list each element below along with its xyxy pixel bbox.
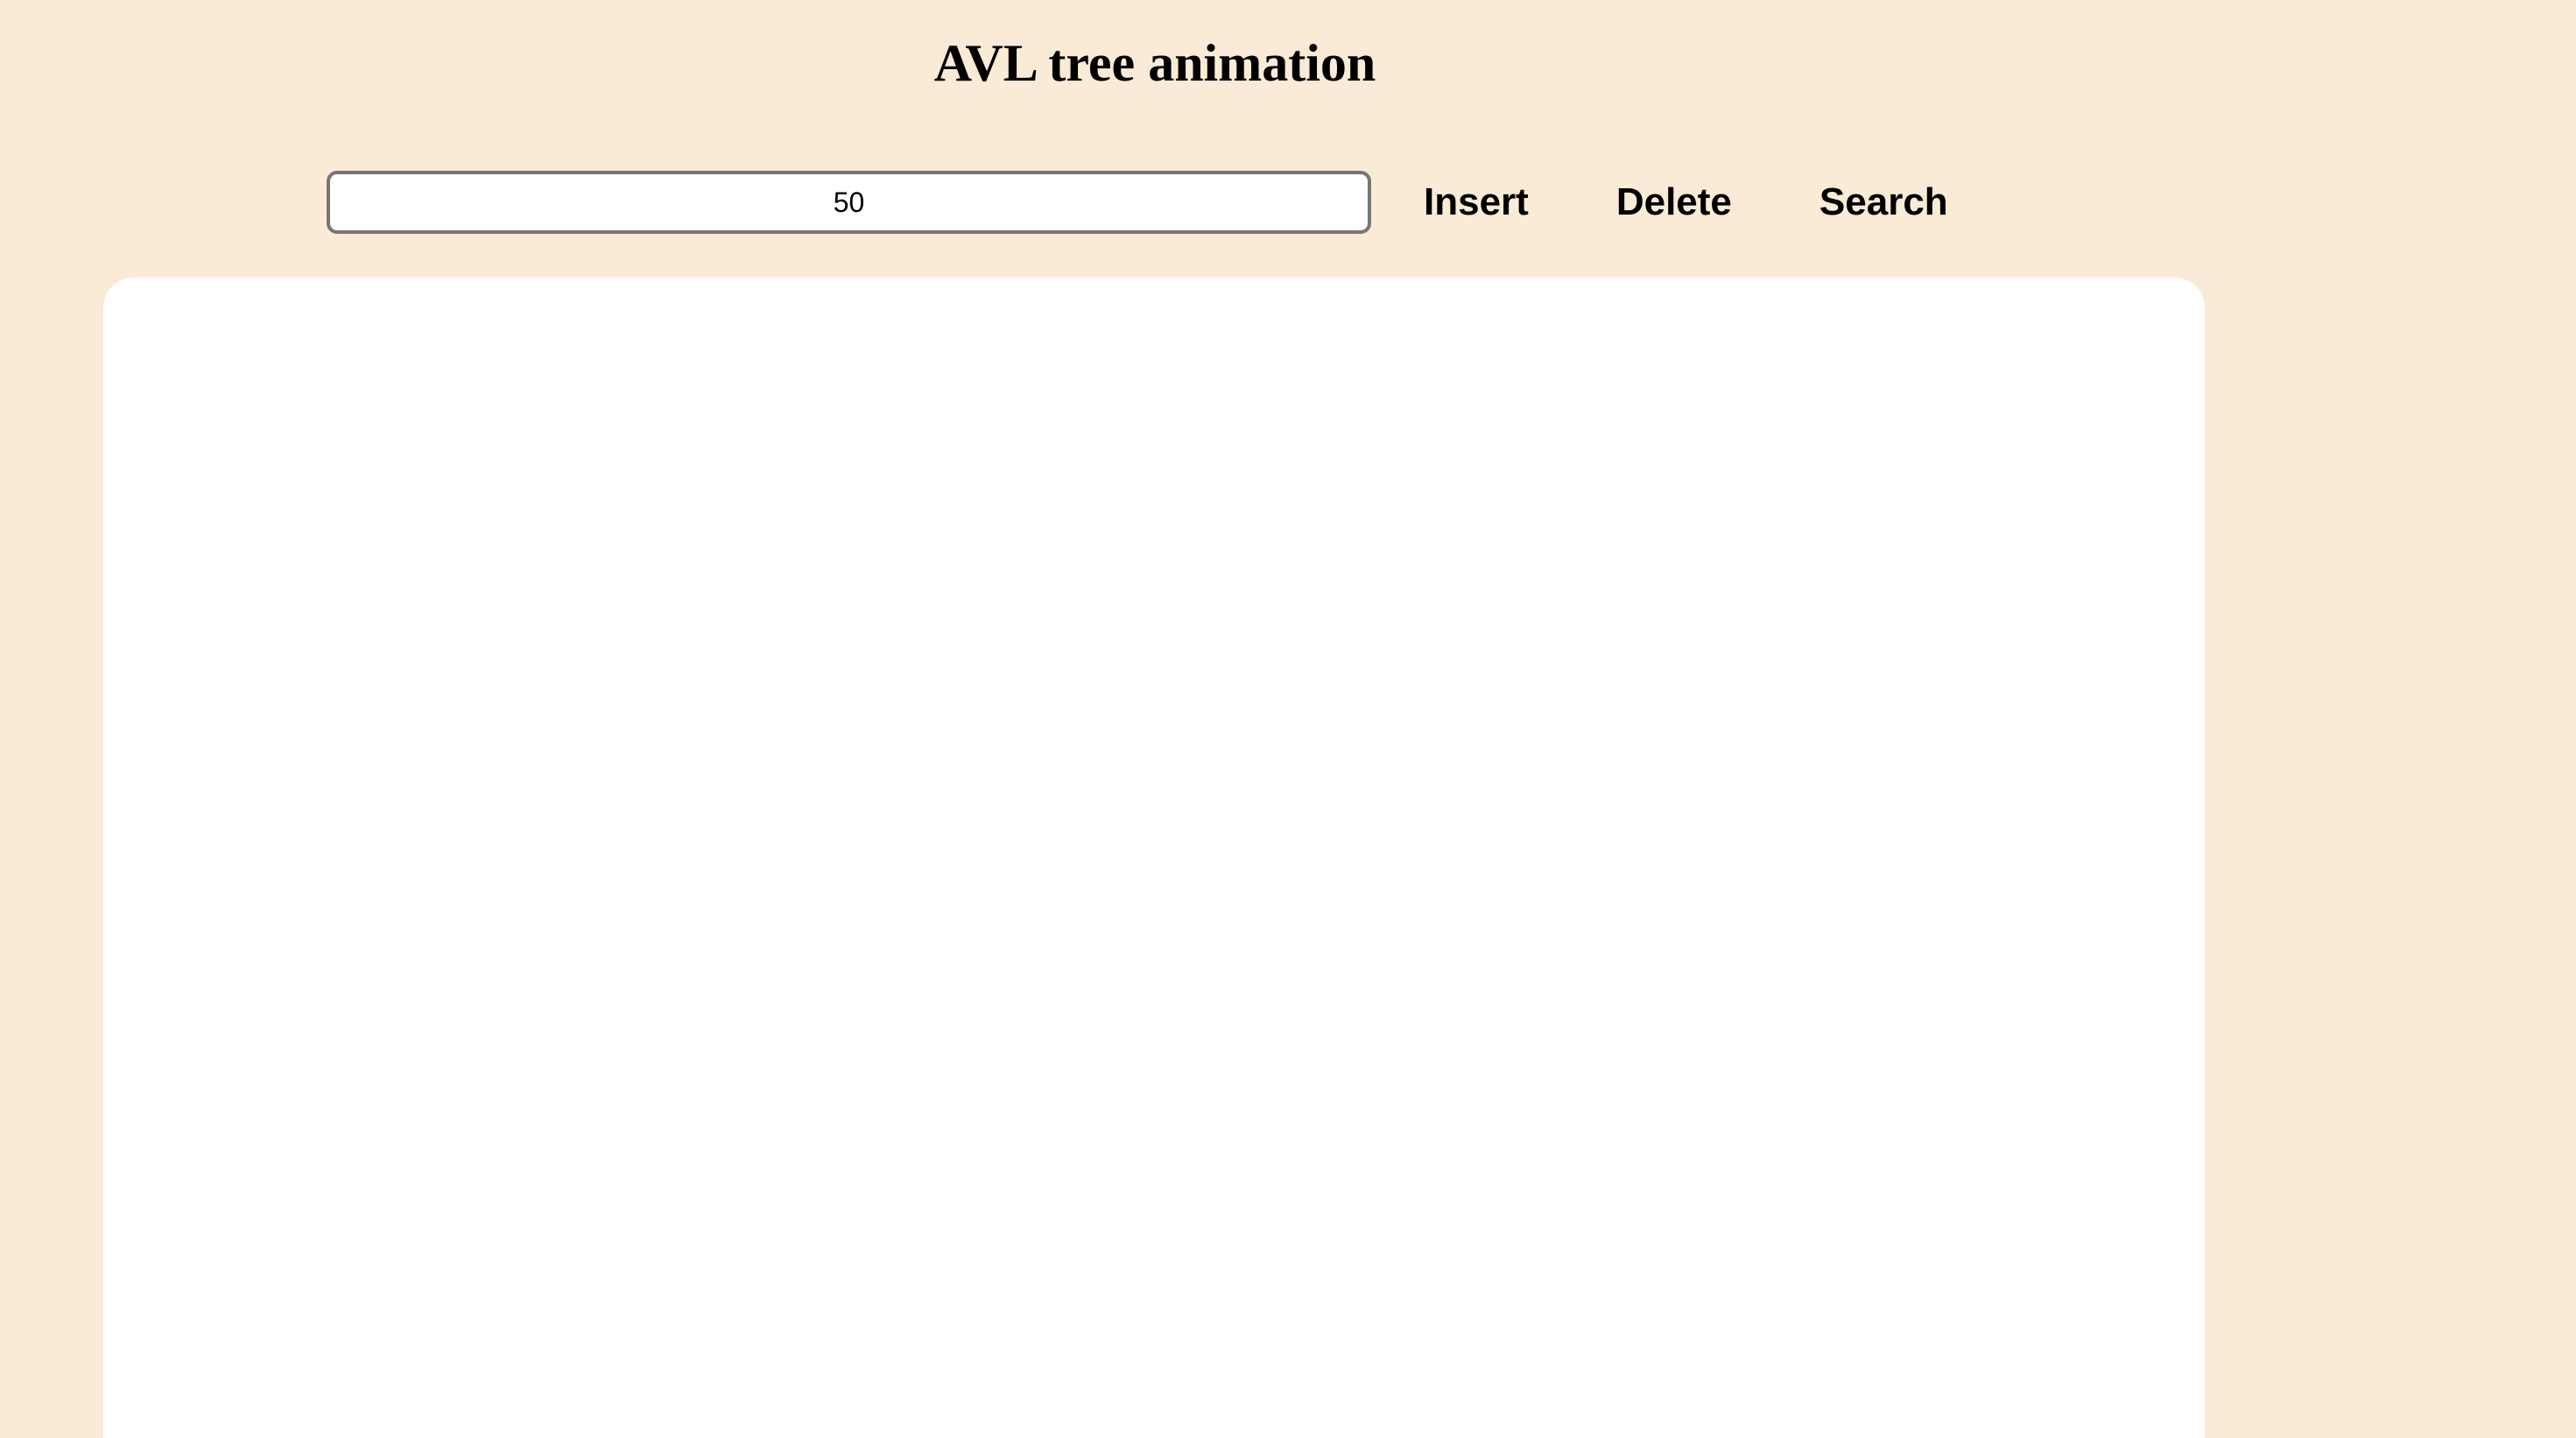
search-button[interactable]: Search bbox=[1819, 171, 1948, 234]
controls-bar: Insert Delete Search bbox=[327, 171, 1948, 234]
tree-canvas bbox=[103, 278, 2205, 1438]
page-title: AVL tree animation bbox=[933, 34, 1376, 92]
page: AVL tree animation Insert Delete Search bbox=[0, 0, 2576, 1438]
value-input[interactable] bbox=[327, 171, 1371, 234]
insert-button[interactable]: Insert bbox=[1424, 171, 1529, 234]
delete-button[interactable]: Delete bbox=[1616, 171, 1732, 234]
